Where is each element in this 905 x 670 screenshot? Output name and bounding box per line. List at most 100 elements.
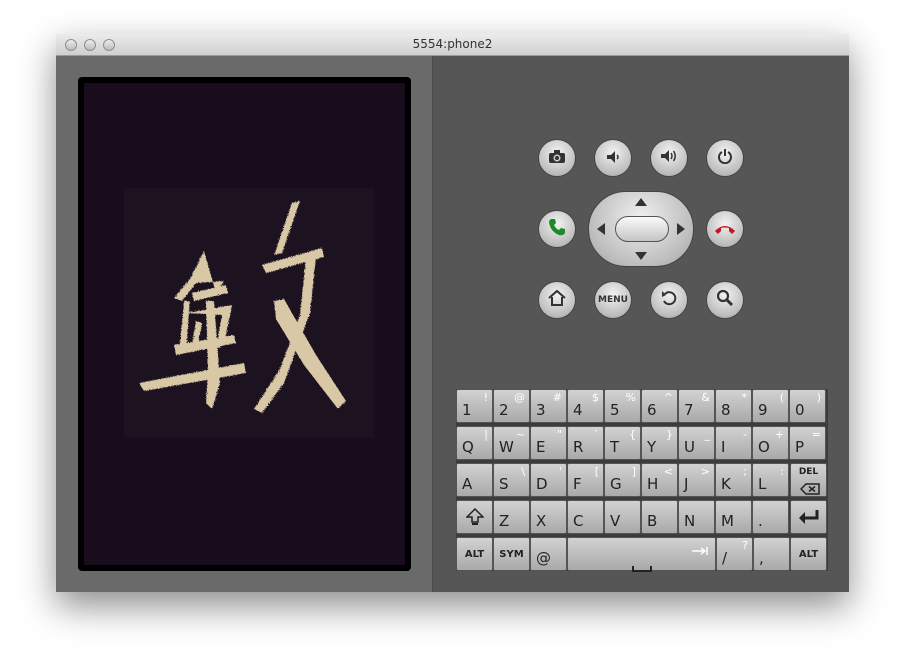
camera-button[interactable] bbox=[538, 139, 576, 177]
title-bar: 5554:phone2 bbox=[56, 34, 849, 56]
key-x[interactable]: X bbox=[530, 500, 567, 534]
key-alt-label: ) bbox=[816, 391, 821, 404]
key-alt-label: @ bbox=[514, 391, 525, 404]
key-i[interactable]: I- bbox=[715, 426, 752, 460]
key-alt-left[interactable]: ALT bbox=[456, 537, 493, 571]
key-alt-label: % bbox=[625, 391, 636, 404]
search-icon bbox=[716, 289, 734, 311]
call-icon bbox=[547, 217, 567, 241]
key-alt-right[interactable]: ALT bbox=[790, 537, 827, 571]
key-main-label: C bbox=[573, 512, 584, 530]
key-0[interactable]: 0) bbox=[789, 389, 826, 423]
end-call-button[interactable] bbox=[706, 210, 744, 248]
key-main-label: E bbox=[536, 438, 546, 456]
key-comma[interactable]: , bbox=[753, 537, 790, 571]
key-main-label: 8 bbox=[721, 401, 731, 419]
dpad[interactable] bbox=[588, 191, 694, 267]
dpad-left-icon[interactable] bbox=[597, 223, 605, 235]
dpad-down-icon[interactable] bbox=[635, 252, 647, 260]
key-l[interactable]: L: bbox=[752, 463, 789, 497]
key-k[interactable]: K; bbox=[715, 463, 752, 497]
back-button[interactable] bbox=[650, 281, 688, 319]
key-delete[interactable]: DEL bbox=[790, 463, 827, 497]
key-d[interactable]: D ' bbox=[530, 463, 567, 497]
key-o[interactable]: O + bbox=[752, 426, 789, 460]
home-button[interactable] bbox=[538, 281, 576, 319]
key-j[interactable]: J > bbox=[678, 463, 715, 497]
key-at[interactable]: @ bbox=[530, 537, 567, 571]
key-main-label: Z bbox=[499, 512, 510, 530]
key-main-label: J bbox=[684, 475, 689, 493]
key-alt-label: # bbox=[552, 391, 562, 404]
key-main-label: 9 bbox=[758, 401, 768, 419]
key-alt-label: * bbox=[741, 391, 748, 404]
dpad-right-icon[interactable] bbox=[677, 223, 685, 235]
comma-label: , bbox=[759, 549, 764, 567]
key-t[interactable]: T{ bbox=[604, 426, 641, 460]
key-alt-label: ^ bbox=[663, 391, 673, 404]
key-m[interactable]: M bbox=[715, 500, 752, 534]
key-6[interactable]: 6 ^ bbox=[641, 389, 678, 423]
key-z[interactable]: Z bbox=[493, 500, 530, 534]
power-button[interactable] bbox=[706, 139, 744, 177]
key-h[interactable]: H < bbox=[641, 463, 678, 497]
key-main-label: P bbox=[795, 438, 805, 456]
key-alt-label: " bbox=[556, 428, 562, 441]
key-b[interactable]: B bbox=[641, 500, 678, 534]
call-button[interactable] bbox=[538, 210, 576, 248]
device-screen[interactable] bbox=[84, 83, 405, 565]
key-main-label: 6 bbox=[647, 401, 657, 419]
key-9[interactable]: 9( bbox=[752, 389, 789, 423]
key-r[interactable]: R ` bbox=[567, 426, 604, 460]
key-q[interactable]: Q | bbox=[456, 426, 493, 460]
key-shift[interactable] bbox=[456, 500, 493, 534]
key-a[interactable]: A bbox=[456, 463, 493, 497]
key-g[interactable]: G] bbox=[604, 463, 641, 497]
key-slash[interactable]: / ? bbox=[716, 537, 753, 571]
key-e[interactable]: E " bbox=[530, 426, 567, 460]
key-n[interactable]: N bbox=[678, 500, 715, 534]
key-7[interactable]: 7 & bbox=[678, 389, 715, 423]
key-y[interactable]: Y} bbox=[641, 426, 678, 460]
key-period[interactable]: . bbox=[752, 500, 789, 534]
key-alt-label: ' bbox=[558, 465, 562, 478]
key-main-label: D bbox=[536, 475, 548, 493]
key-alt-label: $ bbox=[592, 391, 599, 404]
home-icon bbox=[547, 289, 567, 311]
key-main-label: L bbox=[758, 475, 767, 493]
key-v[interactable]: V bbox=[604, 500, 641, 534]
menu-button[interactable]: MENU bbox=[594, 281, 632, 319]
alt-right-label: ALT bbox=[798, 548, 819, 560]
at-label: @ bbox=[536, 549, 551, 567]
end-call-icon bbox=[714, 220, 736, 239]
key-s[interactable]: S \ bbox=[493, 463, 530, 497]
volume-down-button[interactable] bbox=[594, 139, 632, 177]
key-main-label: M bbox=[721, 512, 734, 530]
key-main-label: I bbox=[721, 438, 726, 456]
key-f[interactable]: F[ bbox=[567, 463, 604, 497]
dpad-up-icon[interactable] bbox=[635, 198, 647, 206]
key-alt-label: } bbox=[666, 428, 673, 441]
key-space[interactable] bbox=[567, 537, 716, 572]
key-3[interactable]: 3 # bbox=[530, 389, 567, 423]
back-icon bbox=[660, 289, 678, 311]
key-u[interactable]: U _ bbox=[678, 426, 715, 460]
key-main-label: O bbox=[758, 438, 770, 456]
key-2[interactable]: 2 @ bbox=[493, 389, 530, 423]
key-alt-label: | bbox=[484, 428, 488, 441]
key-enter[interactable] bbox=[790, 500, 827, 534]
key-c[interactable]: C bbox=[567, 500, 604, 534]
key-main-label: 5 bbox=[610, 401, 620, 419]
key-8[interactable]: 8 * bbox=[715, 389, 752, 423]
volume-up-button[interactable] bbox=[650, 139, 688, 177]
key-p[interactable]: P = bbox=[789, 426, 826, 460]
key-4[interactable]: 4 $ bbox=[567, 389, 604, 423]
key-5[interactable]: 5% bbox=[604, 389, 641, 423]
dpad-center-button[interactable] bbox=[615, 216, 669, 242]
key-1[interactable]: 1! bbox=[456, 389, 493, 423]
key-sym[interactable]: SYM bbox=[493, 537, 530, 571]
key-w[interactable]: W ~ bbox=[493, 426, 530, 460]
key-alt-label: ; bbox=[743, 465, 747, 478]
search-button[interactable] bbox=[706, 281, 744, 319]
sym-label: SYM bbox=[499, 548, 524, 560]
